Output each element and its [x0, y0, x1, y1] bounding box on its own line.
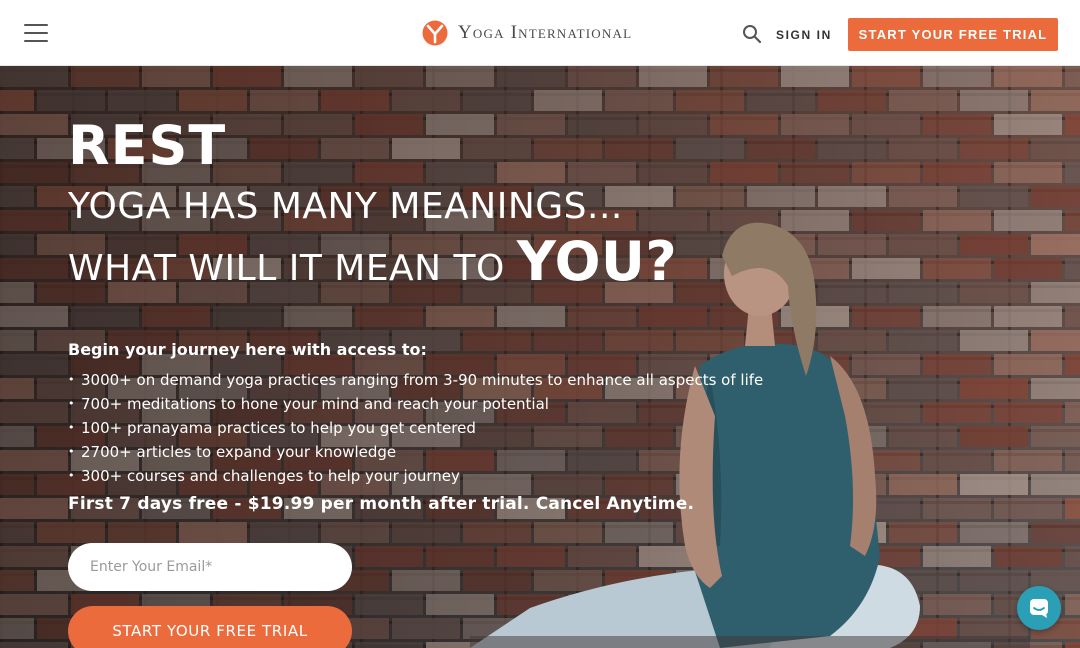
features-intro: Begin your journey here with access to:	[68, 340, 427, 359]
email-input[interactable]	[68, 543, 352, 591]
hero-start-free-trial-button[interactable]: START YOUR FREE TRIAL	[68, 606, 352, 648]
features-list: • 3000+ on demand yoga practices ranging …	[68, 368, 763, 488]
hamburger-menu-icon[interactable]	[24, 24, 48, 42]
pricing-offer: First 7 days free - $19.99 per month aft…	[68, 494, 695, 514]
feature-text: 2700+ articles to expand your knowledge	[81, 443, 397, 461]
sign-in-link[interactable]: SIGN IN	[776, 28, 832, 42]
list-item: • 700+ meditations to hone your mind and …	[68, 392, 763, 416]
chat-icon	[1030, 599, 1048, 618]
start-free-trial-button[interactable]: START YOUR FREE TRIAL	[848, 18, 1058, 51]
hero-subheadline-text: WHAT WILL IT MEAN TO	[68, 248, 505, 289]
list-item: • 2700+ articles to expand your knowledge	[68, 440, 763, 464]
feature-text: 700+ meditations to hone your mind and r…	[81, 395, 549, 413]
hero-section: REST YOGA HAS MANY MEANINGS... WHAT WILL…	[0, 66, 1080, 648]
yoga-international-logo-icon	[422, 20, 448, 46]
chat-launcher-button[interactable]	[1017, 586, 1061, 630]
list-item: • 100+ pranayama practices to help you ge…	[68, 416, 763, 440]
feature-text: 100+ pranayama practices to help you get…	[81, 419, 476, 437]
brand-logo[interactable]: Yoga International	[422, 19, 632, 47]
feature-text: 300+ courses and challenges to help your…	[81, 467, 460, 485]
feature-text: 3000+ on demand yoga practices ranging f…	[81, 371, 764, 389]
list-item: • 300+ courses and challenges to help you…	[68, 464, 763, 488]
list-item: • 3000+ on demand yoga practices ranging …	[68, 368, 763, 392]
top-navigation-bar: Yoga International SIGN IN START YOUR FR…	[0, 0, 1080, 66]
brand-name: Yoga International	[458, 22, 633, 43]
hero-title: REST	[68, 114, 227, 177]
search-icon[interactable]	[742, 24, 762, 44]
hero-subheadline: WHAT WILL IT MEAN TO YOU?	[68, 230, 677, 293]
hero-subheadline-emphasis: YOU?	[516, 230, 678, 293]
hero-headline: YOGA HAS MANY MEANINGS...	[68, 186, 623, 227]
